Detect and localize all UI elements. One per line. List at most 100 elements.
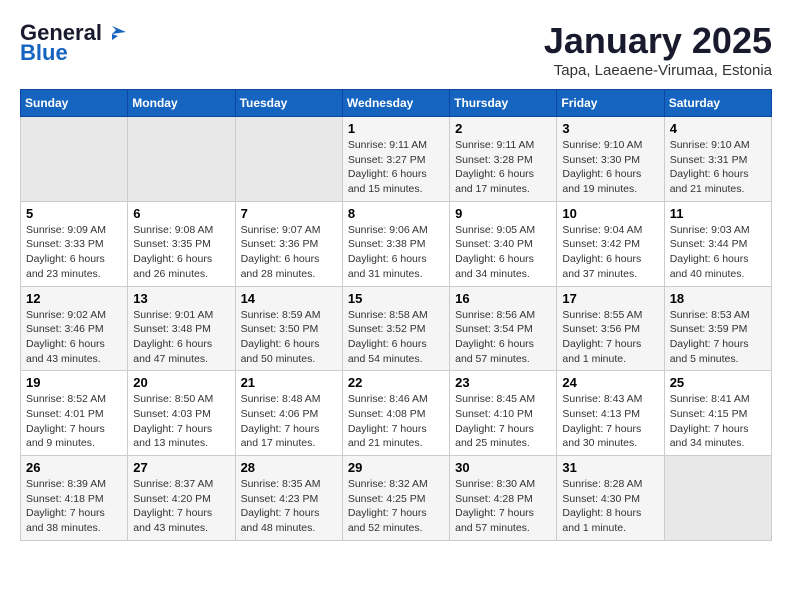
day-info: Sunrise: 9:03 AM Sunset: 3:44 PM Dayligh…: [670, 223, 766, 282]
logo-bird-icon: [104, 24, 126, 42]
day-number: 26: [26, 460, 122, 475]
day-info: Sunrise: 8:59 AM Sunset: 3:50 PM Dayligh…: [241, 308, 337, 367]
day-info: Sunrise: 8:45 AM Sunset: 4:10 PM Dayligh…: [455, 392, 551, 451]
day-info: Sunrise: 9:07 AM Sunset: 3:36 PM Dayligh…: [241, 223, 337, 282]
calendar-cell: 24 Sunrise: 8:43 AM Sunset: 4:13 PM Dayli…: [557, 371, 664, 456]
day-number: 27: [133, 460, 229, 475]
calendar-cell: 26 Sunrise: 8:39 AM Sunset: 4:18 PM Dayli…: [21, 456, 128, 541]
calendar-week-row: 19Sunrise: 8:52 AM Sunset: 4:01 PM Dayli…: [21, 371, 772, 456]
day-number: 9: [455, 206, 551, 221]
calendar-cell: 3Sunrise: 9:10 AM Sunset: 3:30 PM Daylig…: [557, 117, 664, 202]
day-info: Sunrise: 9:04 AM Sunset: 3:42 PM Dayligh…: [562, 223, 658, 282]
page-header: General Blue January 2025 Tapa, Laeaene-…: [20, 20, 772, 79]
calendar-week-row: 5 Sunrise: 9:09 AM Sunset: 3:33 PM Daylig…: [21, 201, 772, 286]
calendar-cell: 25 Sunrise: 8:41 AM Sunset: 4:15 PM Dayli…: [664, 371, 771, 456]
day-info: Sunrise: 8:46 AM Sunset: 4:08 PM Dayligh…: [348, 392, 444, 451]
day-info: Sunrise: 8:55 AM Sunset: 3:56 PM Dayligh…: [562, 308, 658, 367]
day-number: 28: [241, 460, 337, 475]
calendar-cell: 16 Sunrise: 8:56 AM Sunset: 3:54 PM Dayli…: [450, 286, 557, 371]
day-info: Sunrise: 9:11 AM Sunset: 3:28 PM Dayligh…: [455, 138, 551, 197]
weekday-header-saturday: Saturday: [664, 90, 771, 117]
calendar-table: SundayMondayTuesdayWednesdayThursdayFrid…: [20, 89, 772, 541]
day-info: Sunrise: 9:10 AM Sunset: 3:31 PM Dayligh…: [670, 138, 766, 197]
calendar-cell: 29Sunrise: 8:32 AM Sunset: 4:25 PM Dayli…: [342, 456, 449, 541]
day-info: Sunrise: 9:01 AM Sunset: 3:48 PM Dayligh…: [133, 308, 229, 367]
calendar-cell: 5 Sunrise: 9:09 AM Sunset: 3:33 PM Daylig…: [21, 201, 128, 286]
day-number: 30: [455, 460, 551, 475]
calendar-header-row: SundayMondayTuesdayWednesdayThursdayFrid…: [21, 90, 772, 117]
day-number: 20: [133, 375, 229, 390]
day-info: Sunrise: 9:11 AM Sunset: 3:27 PM Dayligh…: [348, 138, 444, 197]
day-info: Sunrise: 9:02 AM Sunset: 3:46 PM Dayligh…: [26, 308, 122, 367]
weekday-header-sunday: Sunday: [21, 90, 128, 117]
day-number: 12: [26, 291, 122, 306]
day-number: 10: [562, 206, 658, 221]
calendar-cell: 19Sunrise: 8:52 AM Sunset: 4:01 PM Dayli…: [21, 371, 128, 456]
calendar-cell: 1 Sunrise: 9:11 AM Sunset: 3:27 PM Daylig…: [342, 117, 449, 202]
calendar-week-row: 26 Sunrise: 8:39 AM Sunset: 4:18 PM Dayli…: [21, 456, 772, 541]
calendar-cell: 13 Sunrise: 9:01 AM Sunset: 3:48 PM Dayli…: [128, 286, 235, 371]
day-info: Sunrise: 8:43 AM Sunset: 4:13 PM Dayligh…: [562, 392, 658, 451]
day-number: 24: [562, 375, 658, 390]
day-info: Sunrise: 8:56 AM Sunset: 3:54 PM Dayligh…: [455, 308, 551, 367]
day-number: 5: [26, 206, 122, 221]
day-info: Sunrise: 8:35 AM Sunset: 4:23 PM Dayligh…: [241, 477, 337, 536]
calendar-cell: 23 Sunrise: 8:45 AM Sunset: 4:10 PM Dayli…: [450, 371, 557, 456]
day-info: Sunrise: 8:53 AM Sunset: 3:59 PM Dayligh…: [670, 308, 766, 367]
month-title: January 2025: [544, 20, 772, 62]
day-number: 15: [348, 291, 444, 306]
calendar-cell: 4 Sunrise: 9:10 AM Sunset: 3:31 PM Daylig…: [664, 117, 771, 202]
day-number: 21: [241, 375, 337, 390]
day-info: Sunrise: 9:09 AM Sunset: 3:33 PM Dayligh…: [26, 223, 122, 282]
title-block: January 2025 Tapa, Laeaene-Virumaa, Esto…: [544, 20, 772, 79]
calendar-cell: 7Sunrise: 9:07 AM Sunset: 3:36 PM Daylig…: [235, 201, 342, 286]
calendar-week-row: 1 Sunrise: 9:11 AM Sunset: 3:27 PM Daylig…: [21, 117, 772, 202]
weekday-header-friday: Friday: [557, 90, 664, 117]
calendar-cell: 22 Sunrise: 8:46 AM Sunset: 4:08 PM Dayli…: [342, 371, 449, 456]
weekday-header-tuesday: Tuesday: [235, 90, 342, 117]
day-number: 18: [670, 291, 766, 306]
day-number: 31: [562, 460, 658, 475]
calendar-cell: 21Sunrise: 8:48 AM Sunset: 4:06 PM Dayli…: [235, 371, 342, 456]
calendar-week-row: 12 Sunrise: 9:02 AM Sunset: 3:46 PM Dayli…: [21, 286, 772, 371]
location-subtitle: Tapa, Laeaene-Virumaa, Estonia: [544, 62, 772, 79]
logo-blue: Blue: [20, 40, 68, 66]
day-info: Sunrise: 8:41 AM Sunset: 4:15 PM Dayligh…: [670, 392, 766, 451]
day-number: 19: [26, 375, 122, 390]
calendar-cell: 12 Sunrise: 9:02 AM Sunset: 3:46 PM Dayli…: [21, 286, 128, 371]
calendar-cell: 10 Sunrise: 9:04 AM Sunset: 3:42 PM Dayli…: [557, 201, 664, 286]
day-info: Sunrise: 9:08 AM Sunset: 3:35 PM Dayligh…: [133, 223, 229, 282]
weekday-header-thursday: Thursday: [450, 90, 557, 117]
calendar-cell: 14 Sunrise: 8:59 AM Sunset: 3:50 PM Dayli…: [235, 286, 342, 371]
calendar-cell: 20 Sunrise: 8:50 AM Sunset: 4:03 PM Dayli…: [128, 371, 235, 456]
day-number: 16: [455, 291, 551, 306]
day-number: 8: [348, 206, 444, 221]
day-info: Sunrise: 8:28 AM Sunset: 4:30 PM Dayligh…: [562, 477, 658, 536]
calendar-cell: 11 Sunrise: 9:03 AM Sunset: 3:44 PM Dayli…: [664, 201, 771, 286]
logo: General Blue: [20, 20, 126, 66]
day-info: Sunrise: 8:37 AM Sunset: 4:20 PM Dayligh…: [133, 477, 229, 536]
calendar-cell: 30 Sunrise: 8:30 AM Sunset: 4:28 PM Dayli…: [450, 456, 557, 541]
weekday-header-wednesday: Wednesday: [342, 90, 449, 117]
calendar-cell: [128, 117, 235, 202]
day-number: 2: [455, 121, 551, 136]
day-number: 22: [348, 375, 444, 390]
day-info: Sunrise: 9:06 AM Sunset: 3:38 PM Dayligh…: [348, 223, 444, 282]
calendar-cell: 6Sunrise: 9:08 AM Sunset: 3:35 PM Daylig…: [128, 201, 235, 286]
day-number: 13: [133, 291, 229, 306]
day-number: 14: [241, 291, 337, 306]
day-number: 1: [348, 121, 444, 136]
day-number: 4: [670, 121, 766, 136]
day-number: 3: [562, 121, 658, 136]
calendar-cell: [21, 117, 128, 202]
day-info: Sunrise: 8:50 AM Sunset: 4:03 PM Dayligh…: [133, 392, 229, 451]
day-number: 23: [455, 375, 551, 390]
day-info: Sunrise: 8:39 AM Sunset: 4:18 PM Dayligh…: [26, 477, 122, 536]
day-info: Sunrise: 8:30 AM Sunset: 4:28 PM Dayligh…: [455, 477, 551, 536]
calendar-cell: 8 Sunrise: 9:06 AM Sunset: 3:38 PM Daylig…: [342, 201, 449, 286]
day-number: 25: [670, 375, 766, 390]
calendar-cell: 27 Sunrise: 8:37 AM Sunset: 4:20 PM Dayli…: [128, 456, 235, 541]
calendar-cell: [664, 456, 771, 541]
day-number: 11: [670, 206, 766, 221]
day-info: Sunrise: 9:05 AM Sunset: 3:40 PM Dayligh…: [455, 223, 551, 282]
